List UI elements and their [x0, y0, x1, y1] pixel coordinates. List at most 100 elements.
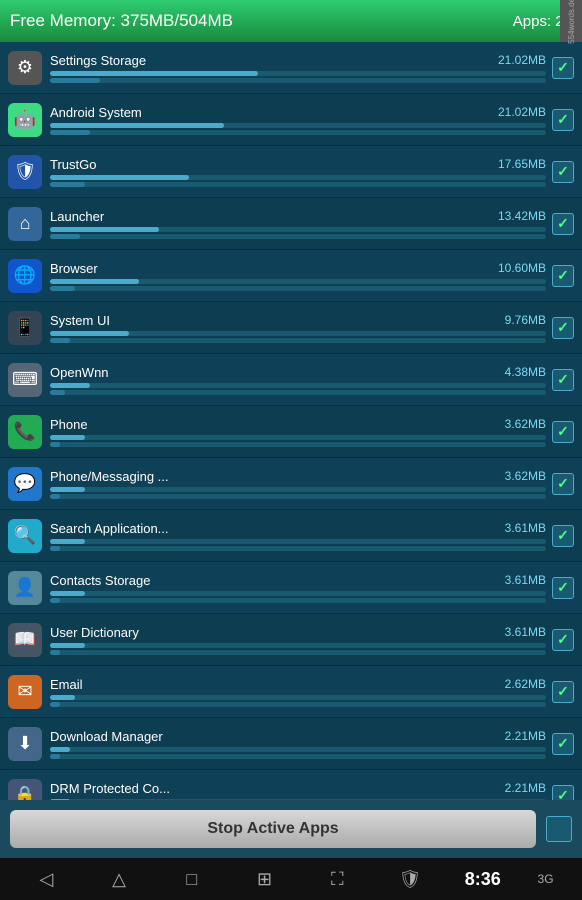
app-icon-phone: 📞 [8, 415, 42, 449]
app-checkbox[interactable] [552, 265, 574, 287]
app-icon-messaging: 💬 [8, 467, 42, 501]
recents-button[interactable]: □ [174, 861, 210, 897]
app-info: System UI 9.76MB [50, 313, 546, 343]
app-checkbox[interactable] [552, 733, 574, 755]
stop-active-apps-button[interactable]: Stop Active Apps [10, 810, 536, 848]
back-button[interactable]: ◁ [28, 861, 64, 897]
list-item[interactable]: 📱 System UI 9.76MB [0, 302, 582, 354]
list-item[interactable]: ⬇ Download Manager 2.21MB [0, 718, 582, 770]
signal-indicator: 3G [538, 872, 554, 886]
list-item[interactable]: ⌂ Launcher 13.42MB [0, 198, 582, 250]
list-item[interactable]: ✉ Email 2.62MB [0, 666, 582, 718]
app-size: 3.62MB [505, 417, 546, 431]
app-size: 13.42MB [498, 209, 546, 223]
progress-bar-secondary [50, 442, 546, 447]
app-name: OpenWnn [50, 365, 109, 380]
list-item[interactable]: 📞 Phone 3.62MB [0, 406, 582, 458]
app-checkbox[interactable] [552, 421, 574, 443]
app-info: Download Manager 2.21MB [50, 729, 546, 759]
app-size: 3.61MB [505, 625, 546, 639]
app-name: DRM Protected Co... [50, 781, 170, 796]
app-checkbox[interactable] [552, 629, 574, 651]
progress-bar-primary [50, 487, 546, 492]
app-size: 2.21MB [505, 781, 546, 795]
side-bar: 554words.de [560, 0, 582, 42]
app-checkbox[interactable] [552, 525, 574, 547]
progress-bar-primary [50, 591, 546, 596]
list-item[interactable]: 🔒 DRM Protected Co... 2.21MB [0, 770, 582, 802]
app-icon-house: ⌂ [8, 207, 42, 241]
list-item[interactable]: 🔍 Search Application... 3.61MB [0, 510, 582, 562]
app-icon-keyboard: ⌨ [8, 363, 42, 397]
list-item[interactable]: 🤖 Android System 21.02MB [0, 94, 582, 146]
app-info: Phone/Messaging ... 3.62MB [50, 469, 546, 499]
app-size: 21.02MB [498, 53, 546, 67]
app-size: 3.62MB [505, 469, 546, 483]
progress-bar-secondary [50, 650, 546, 655]
app-name: Download Manager [50, 729, 163, 744]
grid-button[interactable]: ⊞ [247, 861, 283, 897]
list-item[interactable]: 🛡 TrustGo 17.65MB [0, 146, 582, 198]
progress-bar-secondary [50, 598, 546, 603]
app-size: 2.62MB [505, 677, 546, 691]
progress-bar-secondary [50, 754, 546, 759]
clock: 8:36 [465, 869, 501, 890]
progress-bar-secondary [50, 702, 546, 707]
app-icon-systemui: 📱 [8, 311, 42, 345]
app-info: Search Application... 3.61MB [50, 521, 546, 551]
list-item[interactable]: 💬 Phone/Messaging ... 3.62MB [0, 458, 582, 510]
app-size: 21.02MB [498, 105, 546, 119]
app-info: User Dictionary 3.61MB [50, 625, 546, 655]
app-info: OpenWnn 4.38MB [50, 365, 546, 395]
app-checkbox[interactable] [552, 317, 574, 339]
list-item[interactable]: 📖 User Dictionary 3.61MB [0, 614, 582, 666]
app-size: 10.60MB [498, 261, 546, 275]
app-icon-shield: 🛡 [8, 155, 42, 189]
bottom-bar: Stop Active Apps [0, 800, 582, 858]
app-size: 9.76MB [505, 313, 546, 327]
app-name: Search Application... [50, 521, 169, 536]
app-checkbox[interactable] [552, 369, 574, 391]
progress-bar-primary [50, 643, 546, 648]
progress-bar-primary [50, 227, 546, 232]
app-checkbox[interactable] [552, 161, 574, 183]
progress-bar-primary [50, 539, 546, 544]
app-name: Android System [50, 105, 142, 120]
app-checkbox[interactable] [552, 473, 574, 495]
progress-bar-primary [50, 747, 546, 752]
app-checkbox[interactable] [552, 577, 574, 599]
app-size: 2.21MB [505, 729, 546, 743]
app-info: Phone 3.62MB [50, 417, 546, 447]
home-button[interactable]: △ [101, 861, 137, 897]
app-icon-drm: 🔒 [8, 779, 42, 803]
list-item[interactable]: 🌐 Browser 10.60MB [0, 250, 582, 302]
app-checkbox[interactable] [552, 213, 574, 235]
app-info: TrustGo 17.65MB [50, 157, 546, 187]
list-item[interactable]: ⚙ Settings Storage 21.02MB [0, 42, 582, 94]
app-size: 3.61MB [505, 521, 546, 535]
progress-bar-secondary [50, 546, 546, 551]
select-all-checkbox[interactable] [546, 816, 572, 842]
app-name: User Dictionary [50, 625, 139, 640]
app-list[interactable]: ⚙ Settings Storage 21.02MB 🤖 [0, 42, 582, 802]
app-checkbox[interactable] [552, 109, 574, 131]
app-name: TrustGo [50, 157, 96, 172]
app-size: 4.38MB [505, 365, 546, 379]
app-size: 17.65MB [498, 157, 546, 171]
progress-bar-secondary [50, 494, 546, 499]
app-checkbox[interactable] [552, 57, 574, 79]
progress-bar-secondary [50, 390, 546, 395]
progress-bar-primary [50, 279, 546, 284]
app-name: Contacts Storage [50, 573, 150, 588]
list-item[interactable]: ⌨ OpenWnn 4.38MB [0, 354, 582, 406]
progress-bar-secondary [50, 286, 546, 291]
app-checkbox[interactable] [552, 681, 574, 703]
app-icon-email: ✉ [8, 675, 42, 709]
expand-icon: ⛶ [319, 861, 355, 897]
progress-bar-primary [50, 435, 546, 440]
progress-bar-secondary [50, 130, 546, 135]
app-icon-android: 🤖 [8, 103, 42, 137]
list-item[interactable]: 👤 Contacts Storage 3.61MB [0, 562, 582, 614]
app-name: Launcher [50, 209, 104, 224]
app-name: Phone [50, 417, 88, 432]
